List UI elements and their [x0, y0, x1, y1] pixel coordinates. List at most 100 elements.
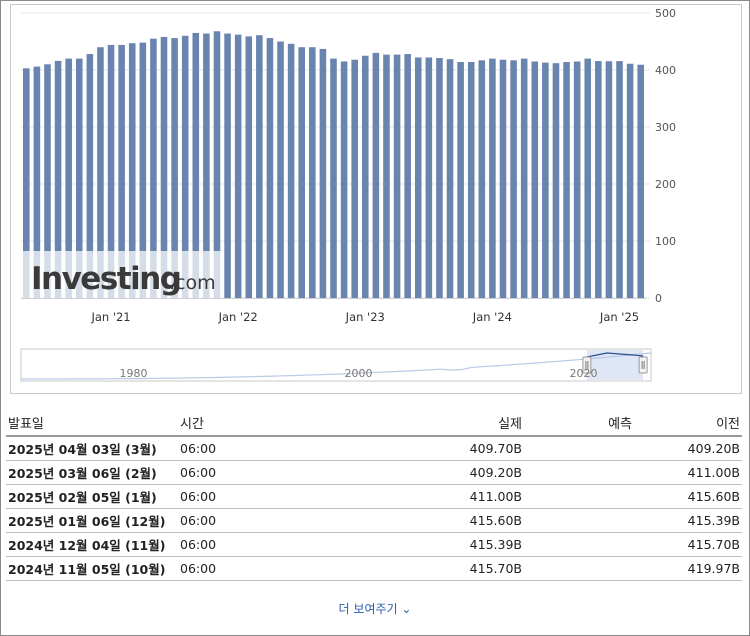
bar	[277, 41, 284, 298]
y-tick-label: 400	[655, 64, 676, 77]
bar	[404, 54, 411, 298]
cell-forecast	[524, 484, 634, 509]
table-row: 2024년 11월 05일 (10월) 06:00 415.70B 419.97…	[6, 556, 742, 581]
bar	[245, 36, 253, 299]
cell-actual: 415.70B	[322, 556, 524, 581]
bar	[446, 59, 454, 298]
cell-date: 2025년 03월 06일 (2월)	[6, 460, 178, 485]
cell-date: 2025년 01월 06일 (12월)	[6, 508, 178, 533]
bar-chart: 0 100 200 300 400 500 Investing.com Jan '21 Jan …	[21, 7, 676, 324]
bar	[361, 55, 369, 298]
cell-previous: 415.70B	[634, 532, 742, 557]
table-header-row: 발표일 시간 실제 예측 이전	[6, 409, 742, 437]
bar	[425, 57, 433, 299]
bar	[584, 58, 592, 298]
cell-actual: 409.70B	[322, 436, 524, 461]
y-tick-label: 300	[655, 121, 676, 134]
table-row: 2025년 02월 05일 (1월) 06:00 411.00B 415.60B	[6, 484, 742, 509]
bar	[605, 61, 613, 299]
show-more-link[interactable]: 더 보여주기 ⌄	[339, 602, 412, 616]
navigator-right-handle	[638, 356, 648, 374]
y-tick-label: 200	[655, 178, 676, 191]
bar	[330, 58, 337, 298]
header-actual[interactable]: 실제	[322, 409, 524, 437]
x-tick-label: Jan '22	[218, 310, 258, 324]
cell-time: 06:00	[178, 556, 322, 581]
cell-actual: 415.39B	[322, 532, 524, 557]
y-tick-label: 0	[655, 292, 662, 305]
bar	[499, 59, 507, 298]
bar	[256, 35, 263, 298]
cell-forecast	[524, 436, 634, 461]
chart-panel: 0 100 200 300 400 500 Investing .com Jan '21 Jan …	[10, 4, 742, 394]
cell-time: 06:00	[178, 460, 322, 485]
navigator-series	[21, 352, 652, 380]
header-date[interactable]: 발표일	[6, 409, 178, 437]
header-previous[interactable]: 이전	[634, 409, 742, 437]
cell-previous: 419.97B	[634, 556, 742, 581]
cell-previous: 409.20B	[634, 436, 742, 461]
bar	[414, 57, 422, 299]
investing-logo: Investing.com	[23, 251, 223, 303]
bar	[616, 61, 623, 298]
x-tick-label: Jan '24	[472, 310, 512, 324]
show-more-container: 더 보여주기 ⌄	[0, 600, 750, 617]
bar	[542, 62, 549, 299]
bar	[637, 64, 644, 298]
navigator-year-label: 2020	[570, 367, 598, 380]
navigator-frame	[20, 348, 652, 382]
bar	[351, 59, 358, 298]
navigator-selected-series	[586, 352, 644, 358]
header-forecast[interactable]: 예측	[524, 409, 634, 437]
cell-forecast	[524, 460, 634, 485]
bar	[573, 61, 581, 299]
bar	[319, 48, 327, 298]
cell-actual: 411.00B	[322, 484, 524, 509]
y-tick-label: 100	[655, 235, 676, 248]
cell-date: 2025년 04월 03일 (3월)	[6, 436, 178, 461]
bar	[383, 54, 390, 298]
bar	[478, 60, 486, 299]
cell-previous: 415.39B	[634, 508, 742, 533]
table-row: 2025년 03월 06일 (2월) 06:00 409.20B 411.00B	[6, 460, 742, 485]
bar	[393, 54, 401, 298]
bar	[595, 61, 602, 299]
header-time[interactable]: 시간	[178, 409, 322, 437]
bar	[489, 58, 496, 298]
cell-forecast	[524, 532, 634, 557]
bar	[510, 60, 517, 299]
cell-previous: 415.60B	[634, 484, 742, 509]
cell-previous: 411.00B	[634, 460, 742, 485]
bar	[531, 61, 539, 299]
bar	[266, 38, 274, 299]
bar	[224, 33, 231, 299]
bar	[340, 61, 348, 299]
cell-forecast	[524, 556, 634, 581]
bar	[436, 58, 443, 298]
cell-date: 2025년 02월 05일 (1월)	[6, 484, 178, 509]
x-tick-label: Jan '21	[90, 310, 130, 324]
logo-investing: Investing	[31, 261, 181, 297]
cell-time: 06:00	[178, 484, 322, 509]
bar	[552, 63, 560, 298]
bar	[287, 43, 295, 298]
cell-forecast	[524, 508, 634, 533]
table-row: 2025년 04월 03일 (3월) 06:00 409.70B 409.20B	[6, 436, 742, 461]
table-row: 2025년 01월 06일 (12월) 06:00 415.60B 415.39…	[6, 508, 742, 533]
bar	[520, 58, 528, 298]
cell-time: 06:00	[178, 532, 322, 557]
cell-time: 06:00	[178, 508, 322, 533]
bar	[372, 52, 380, 299]
bar	[309, 47, 316, 299]
cell-date: 2024년 11월 05일 (10월)	[6, 556, 178, 581]
bar	[563, 62, 570, 298]
bar	[298, 47, 306, 299]
cell-actual: 415.60B	[322, 508, 524, 533]
navigator-year-label: 2000	[345, 367, 373, 380]
navigator-left-handle	[582, 356, 592, 374]
bar	[457, 62, 464, 298]
bar	[467, 62, 475, 298]
events-table: 발표일 시간 실제 예측 이전 2025년 04월 03일 (3월) 06:00…	[6, 409, 742, 581]
cell-actual: 409.20B	[322, 460, 524, 485]
bar	[626, 63, 634, 299]
